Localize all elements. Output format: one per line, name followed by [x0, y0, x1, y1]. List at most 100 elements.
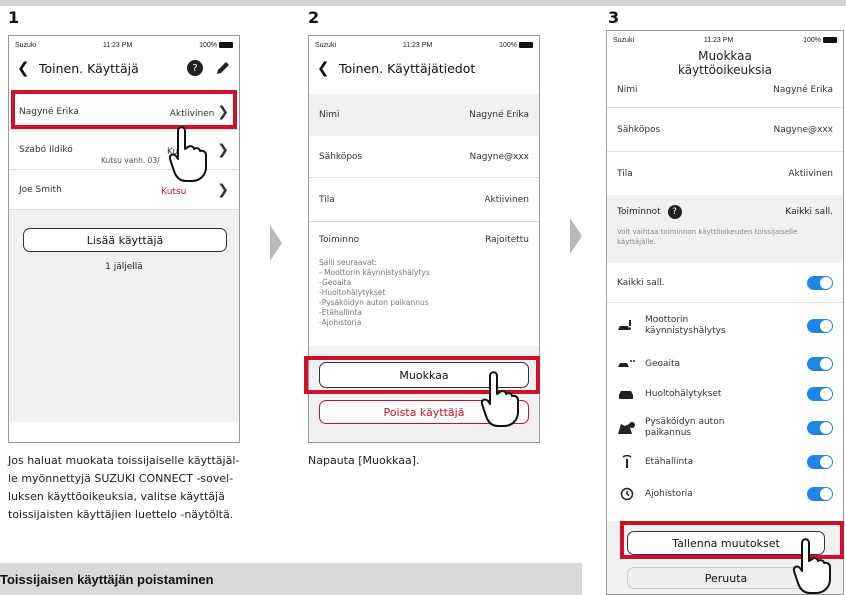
field-label: Toiminno — [319, 235, 360, 245]
geofence-car-icon — [618, 360, 636, 367]
detail-row-status: Tila Aktiivinen — [309, 178, 539, 222]
field-value: Aktiivinen — [788, 168, 833, 179]
battery-label: 100% — [499, 41, 517, 49]
help-icon[interactable]: ? — [667, 205, 682, 219]
help-icon[interactable]: ? — [187, 60, 203, 76]
remote-signal-icon — [622, 455, 632, 468]
status-bar: Suzuki 11:23 PM 100% — [9, 36, 239, 54]
field-label: Sähköpos — [617, 124, 661, 135]
field-label: Nimi — [617, 85, 638, 95]
permission-label: Ajohistoria — [645, 489, 693, 499]
page-title: Toinen. Käyttäjätiedot — [339, 60, 476, 76]
field-value: Nagyné Erika — [469, 110, 529, 120]
tap-hand-icon — [792, 538, 831, 594]
allow-all-row: Kaikki sall. — [607, 263, 843, 303]
permission-row: Moottorin käynnistyshälytys — [607, 303, 843, 349]
car-service-icon — [619, 391, 633, 399]
tap-hand-icon — [168, 126, 207, 182]
status-bar: Suzuki 11:23 PM 100% — [309, 36, 539, 54]
car-alert-icon — [618, 320, 631, 330]
field-label: Sähköpos — [319, 151, 363, 162]
user-name: Szabó Ildikó — [19, 144, 73, 155]
functions-section: Toiminnot ? Kaikki sall. Voit vaihtaa to… — [607, 195, 843, 263]
highlight-selected-user — [11, 90, 237, 129]
chevron-right-icon: ❯ — [217, 181, 229, 198]
permission-toggle[interactable] — [807, 357, 833, 371]
carrier-label: Suzuki — [15, 41, 37, 49]
functions-hint: Voit vaihtaa toiminnon käyttöoikeuden to… — [617, 228, 798, 246]
field-value: Nagyne@xxx — [469, 151, 529, 162]
permission-row: Ajohistoria — [607, 477, 843, 511]
permission-label: Etähallinta — [645, 457, 694, 467]
step1-caption: Jos haluat muokata toissijaiselle käyttä… — [8, 454, 240, 521]
allowed-item: -Etähallinta — [319, 308, 362, 317]
allowed-item: -Pysäköidyn auton paikannus — [319, 298, 429, 307]
allowed-item: - Moottorin käynnistyshälytys — [319, 268, 430, 277]
step-number-1: 1 — [8, 8, 20, 27]
detail-row-name: Nimi Nagyné Erika — [309, 94, 539, 136]
permission-toggle[interactable] — [807, 319, 833, 333]
battery-label: 100% — [803, 36, 821, 44]
map-pin-icon — [618, 422, 635, 434]
allowed-item: -Ajohistoria — [319, 318, 362, 327]
functions-value: Kaikki sall. — [785, 207, 833, 217]
allow-all-toggle[interactable] — [807, 275, 833, 290]
allowed-item: -Geoaita — [319, 278, 352, 287]
battery-icon — [823, 36, 837, 43]
field-value: Aktiivinen — [484, 194, 529, 205]
step-number-2: 2 — [308, 8, 320, 27]
section-heading: Toissijaisen käyttäjän poistaminen — [0, 571, 214, 587]
allowed-item: -Huoltohälytykset — [319, 288, 386, 297]
permission-row: Geoaita — [607, 349, 843, 379]
allowed-title: Salli seuraavat: — [319, 258, 378, 267]
field-value: Nagyne@xxx — [773, 124, 833, 135]
carrier-label: Suzuki — [613, 36, 635, 44]
phone-screen-3: Suzuki 11:23 PM 100% Muokkaa käyttöoikeu… — [606, 30, 844, 595]
next-step-arrow-icon — [570, 218, 582, 254]
permission-row: Huoltohälytykset — [607, 379, 843, 409]
nav-bar: ❮ Toinen. Käyttäjä ? — [9, 54, 239, 82]
detail-row-name: Nimi Nagyné Erika — [607, 81, 843, 99]
back-arrow-icon[interactable]: ❮ — [17, 59, 39, 77]
functions-label: Toiminnot — [617, 207, 661, 217]
permission-toggle[interactable] — [807, 421, 833, 435]
user-name: Joe Smith — [19, 184, 62, 195]
battery-icon — [219, 41, 233, 48]
permission-label: Moottorin käynnistyshälytys — [645, 315, 726, 336]
next-step-arrow-icon — [270, 225, 282, 261]
invite-expiry-text: Kutsu vanh. 03/ — [101, 156, 160, 165]
nav-bar: ❮ Toinen. Käyttäjätiedot — [309, 54, 539, 82]
field-value: Rajoitettu — [485, 235, 529, 245]
section-heading-bar: Toissijaisen käyttäjän poistaminen — [0, 563, 582, 595]
step2-caption: Napauta [Muokkaa]. — [308, 454, 420, 467]
step-number-3: 3 — [608, 8, 620, 27]
history-icon — [620, 487, 634, 501]
remaining-count: 1 jäljellä — [105, 262, 143, 272]
detail-row-email: Sähköpos Nagyne@xxx — [607, 107, 843, 151]
permission-toggle[interactable] — [807, 455, 833, 469]
top-divider — [0, 0, 846, 6]
allowed-functions-list: Salli seuraavat: - Moottorin käynnistysh… — [309, 258, 539, 328]
carrier-label: Suzuki — [315, 41, 337, 49]
status-bar: Suzuki 11:23 PM 100% — [607, 31, 843, 49]
add-user-button[interactable]: Lisää käyttäjä — [23, 228, 227, 252]
detail-row-status: Tila Aktiivinen — [607, 151, 843, 195]
page-title: Muokkaa käyttöoikeuksia — [677, 49, 773, 77]
battery-icon — [519, 41, 533, 48]
permission-label: Huoltohälytykset — [645, 389, 722, 399]
time-label: 11:23 PM — [102, 41, 133, 49]
back-arrow-icon[interactable]: ❮ — [317, 59, 339, 77]
user-list-footer: Lisää käyttäjä 1 jäljellä — [9, 210, 239, 422]
time-label: 11:23 PM — [703, 36, 734, 44]
edit-pencil-icon[interactable] — [215, 60, 231, 76]
detail-row-functions: Toiminno Rajoitettu — [309, 222, 539, 258]
page-title: Toinen. Käyttäjä — [39, 60, 139, 76]
permission-row: Etähallinta — [607, 447, 843, 477]
battery-label: 100% — [199, 41, 217, 49]
chevron-right-icon: ❯ — [217, 141, 229, 158]
field-label: Nimi — [319, 110, 340, 120]
detail-row-email: Sähköpos Nagyne@xxx — [309, 136, 539, 178]
permission-label: Geoaita — [645, 359, 681, 369]
permission-toggle[interactable] — [807, 487, 833, 501]
permission-toggle[interactable] — [807, 387, 833, 401]
